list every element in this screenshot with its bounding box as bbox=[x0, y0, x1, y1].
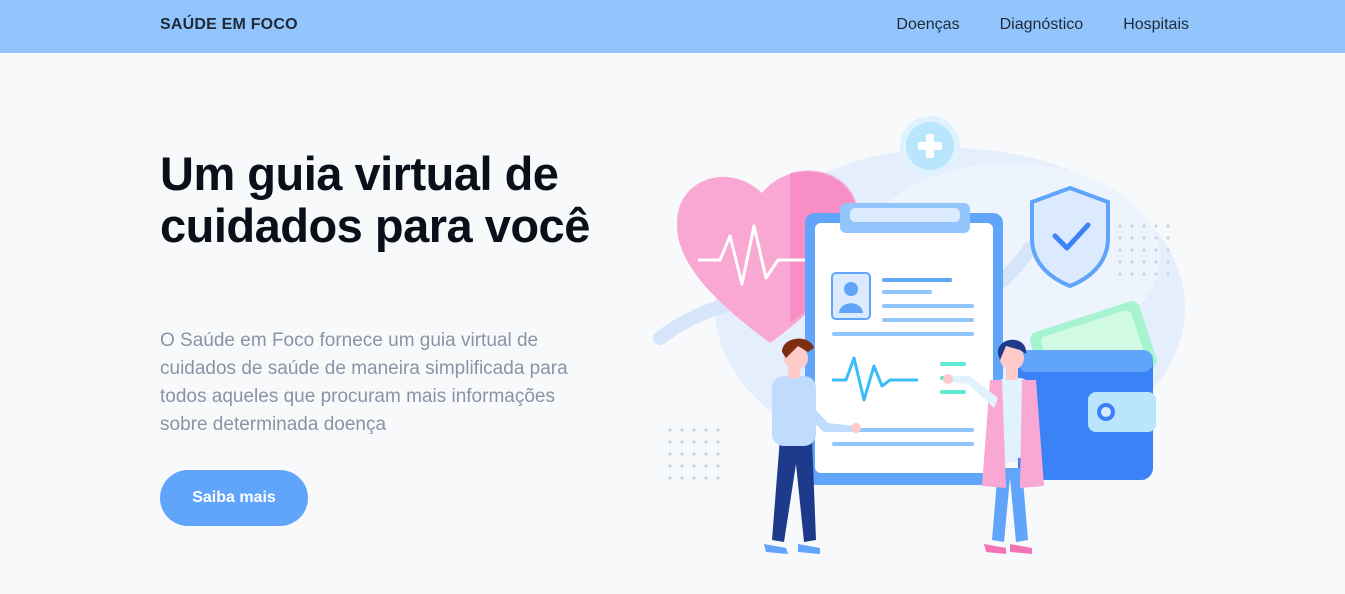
healthcare-illustration bbox=[653, 116, 1185, 554]
hero-description: O Saúde em Foco fornece um guia virtual … bbox=[160, 330, 568, 435]
plus-icon bbox=[900, 116, 960, 176]
brand-logo[interactable]: SAÚDE EM FOCO bbox=[160, 16, 298, 34]
clipboard-icon bbox=[805, 203, 1003, 485]
nav-link-diagnostico[interactable]: Diagnóstico bbox=[1000, 16, 1084, 34]
navbar: SAÚDE EM FOCO Doenças Diagnóstico Hospit… bbox=[0, 0, 1345, 53]
dot-grid-left bbox=[668, 428, 720, 480]
user-avatar-icon bbox=[831, 272, 871, 320]
nav-link-doencas[interactable]: Doenças bbox=[896, 16, 959, 34]
nav-links: Doenças Diagnóstico Hospitais bbox=[896, 16, 1189, 34]
hero-title: Um guia virtual de cuidados para você bbox=[160, 147, 590, 252]
nav-link-hospitais[interactable]: Hospitais bbox=[1123, 16, 1189, 34]
saiba-mais-button[interactable]: Saiba mais bbox=[160, 470, 308, 526]
